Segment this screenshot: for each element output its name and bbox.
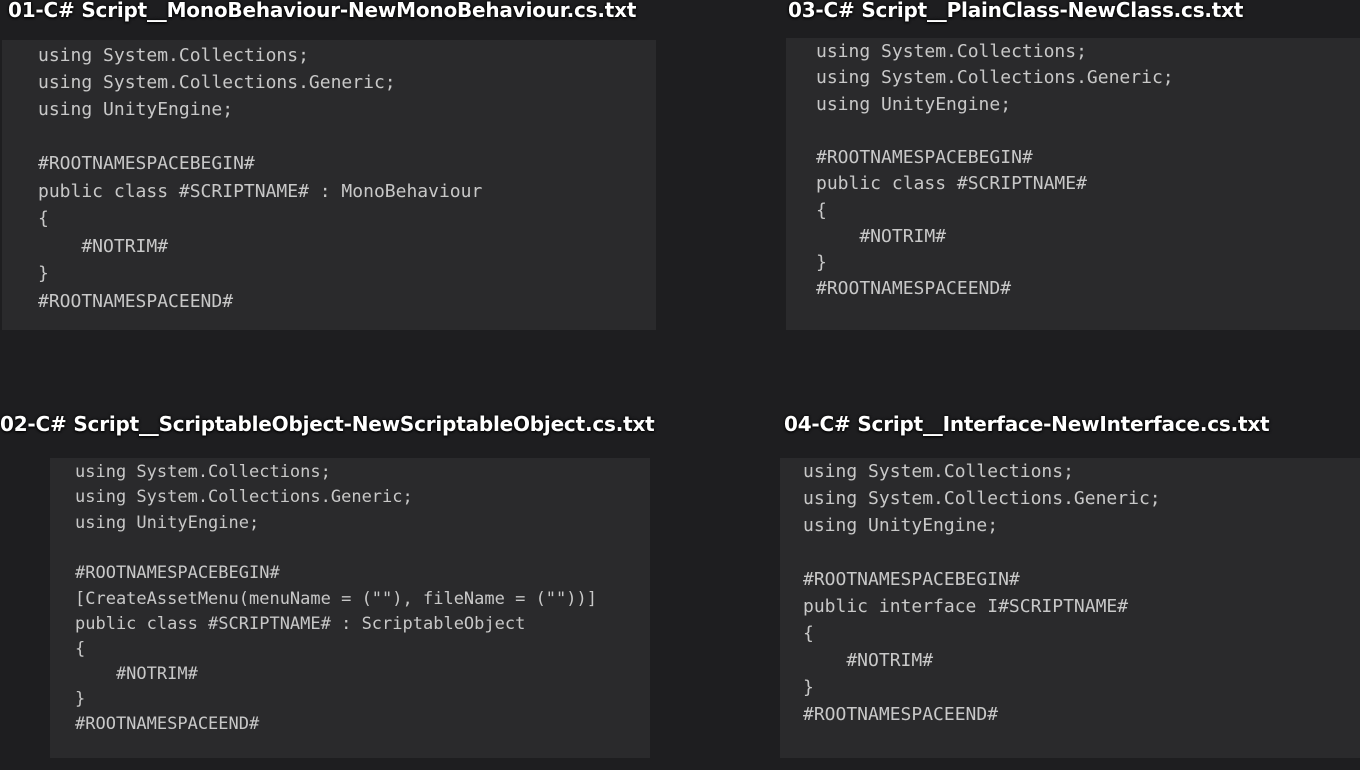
code-line: #NOTRIM# [38,236,169,257]
code-block-scriptableobject: using System.Collections; using System.C… [50,458,650,758]
code-line: #ROOTNAMESPACEBEGIN# [803,569,1020,590]
code-line: public class #SCRIPTNAME# : ScriptableOb… [75,614,526,634]
code-line: { [38,208,49,229]
code-line: using System.Collections.Generic; [75,487,413,507]
code-line: using UnityEngine; [75,513,260,533]
code-line: using UnityEngine; [803,515,999,536]
code-line: } [75,689,86,709]
code-block-plainclass: using System.Collections; using System.C… [786,38,1360,330]
code-line: #ROOTNAMESPACEBEGIN# [816,147,1033,168]
code-line: public class #SCRIPTNAME# [816,173,1087,194]
panel-title-scriptableobject: 02-C# Script__ScriptableObject-NewScript… [0,412,655,436]
code-line: { [816,200,827,221]
code-line: public class #SCRIPTNAME# : MonoBehaviou… [38,181,483,202]
panel-title-plainclass: 03-C# Script__PlainClass-NewClass.cs.txt [788,0,1244,22]
code-line: #NOTRIM# [816,226,947,247]
code-line: using UnityEngine; [38,99,234,120]
code-line: [CreateAssetMenu(menuName = (""), fileNa… [75,589,597,609]
code-line: #NOTRIM# [803,650,934,671]
code-line: using System.Collections; [803,461,1074,482]
code-line: #ROOTNAMESPACEEND# [75,714,260,734]
code-line: using System.Collections; [38,45,309,66]
code-line: { [803,623,814,644]
code-line: { [75,639,86,659]
code-line: #ROOTNAMESPACEEND# [38,291,234,312]
code-line: #ROOTNAMESPACEBEGIN# [75,563,280,583]
code-line: using System.Collections; [75,462,331,482]
code-line: using UnityEngine; [816,94,1012,115]
code-line: using System.Collections.Generic; [816,67,1174,88]
panel-title-monobehaviour: 01-C# Script__MonoBehaviour-NewMonoBehav… [8,0,637,22]
code-line: } [38,263,49,284]
code-line: #ROOTNAMESPACEBEGIN# [38,153,255,174]
code-line: #ROOTNAMESPACEEND# [816,278,1012,299]
code-block-interface: using System.Collections; using System.C… [780,458,1360,758]
code-line: public interface I#SCRIPTNAME# [803,596,1129,617]
code-line: } [816,252,827,273]
code-block-monobehaviour: using System.Collections; using System.C… [2,40,656,330]
code-line: using System.Collections; [816,41,1087,62]
code-line: using System.Collections.Generic; [38,72,396,93]
code-line: #ROOTNAMESPACEEND# [803,704,999,725]
code-line: using System.Collections.Generic; [803,488,1161,509]
panel-title-interface: 04-C# Script__Interface-NewInterface.cs.… [784,412,1270,436]
code-line: } [803,677,814,698]
code-line: #NOTRIM# [75,664,198,684]
